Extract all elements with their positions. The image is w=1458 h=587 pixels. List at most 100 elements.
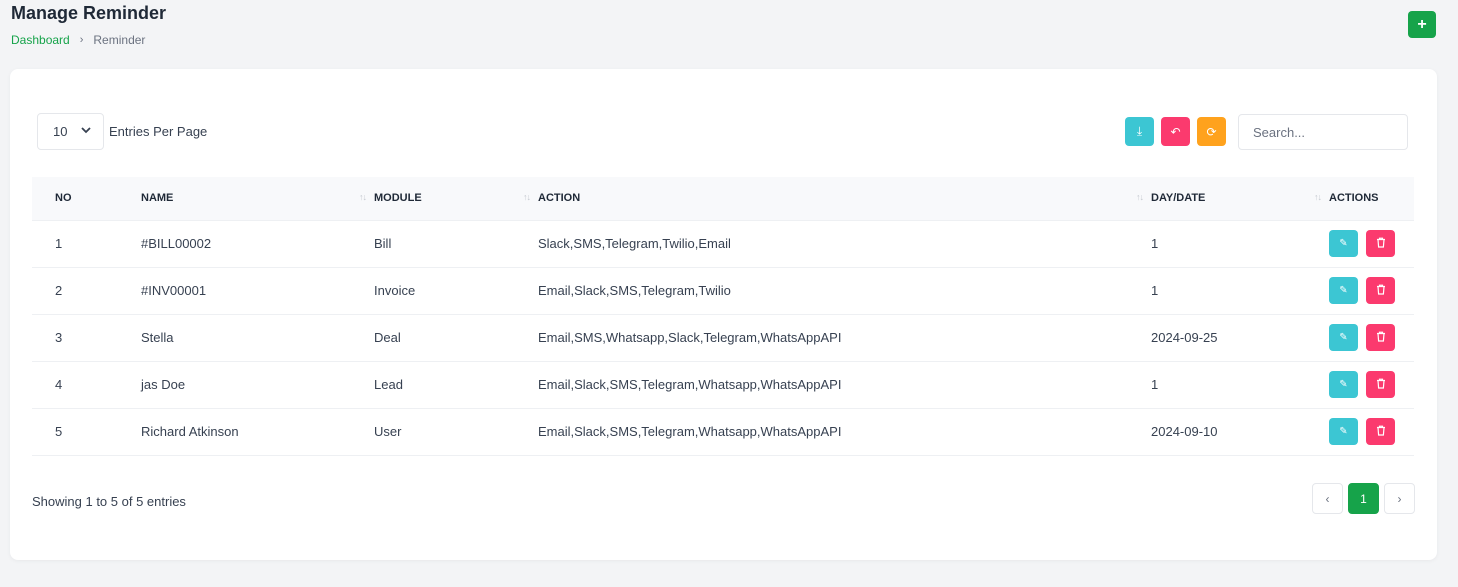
cell-no: 4 — [32, 360, 141, 408]
cell-action: Email,Slack,SMS,Telegram,Whatsapp,WhatsA… — [538, 360, 1151, 408]
row-actions: ✎ — [1329, 418, 1414, 445]
cell-action: Slack,SMS,Telegram,Twilio,Email — [538, 219, 1151, 267]
cell-action: Email,Slack,SMS,Telegram,Whatsapp,WhatsA… — [538, 407, 1151, 456]
chevron-right-icon: › — [79, 34, 84, 46]
per-page-value: 10 — [53, 124, 68, 139]
chevron-down-icon — [81, 126, 92, 137]
pencil-icon: ✎ — [1339, 426, 1348, 437]
cell-date: 1 — [1151, 219, 1329, 267]
reminder-table: NO NAME ↑↓ MODULE ↑↓ ACTION ↑↓ DAY/DATE ↑↓ A… — [32, 177, 1414, 456]
sort-icon[interactable]: ↑↓ — [359, 192, 367, 202]
cell-no: 2 — [32, 266, 141, 314]
chevron-right-icon: › — [1397, 491, 1402, 506]
next-page-button[interactable]: › — [1384, 483, 1415, 514]
table-row: 5 Richard Atkinson User Email,Slack,SMS,Tel… — [32, 407, 1414, 456]
search-input[interactable] — [1238, 114, 1408, 150]
delete-button[interactable] — [1366, 371, 1395, 398]
breadcrumb-dashboard[interactable]: Dashboard — [11, 33, 70, 47]
cell-date: 1 — [1151, 266, 1329, 314]
table-row: 2 #INV00001 Invoice Email,Slack,SMS,Telegra… — [32, 266, 1414, 314]
per-page-select[interactable]: 10 — [37, 113, 104, 150]
cell-actions: ✎ — [1329, 360, 1414, 408]
reset-button[interactable]: ↶ — [1161, 117, 1190, 146]
row-actions: ✎ — [1329, 230, 1414, 257]
cell-action: Email,Slack,SMS,Telegram,Twilio — [538, 266, 1151, 314]
cell-name: #BILL00002 — [141, 219, 374, 267]
table-row: 4 jas Doe Lead Email,Slack,SMS,Telegram,Wha… — [32, 360, 1414, 408]
cell-date: 2024-09-10 — [1151, 407, 1329, 456]
edit-button[interactable]: ✎ — [1329, 418, 1358, 445]
breadcrumb-current: Reminder — [93, 33, 146, 47]
export-button[interactable]: ⤓ — [1125, 117, 1154, 146]
edit-button[interactable]: ✎ — [1329, 371, 1358, 398]
pencil-icon: ✎ — [1339, 379, 1348, 390]
trash-icon — [1376, 425, 1386, 439]
reminder-card: 10 Entries Per Page ⤓ ↶ ⟳ NO NAME↑↓ MODU… — [10, 69, 1437, 560]
edit-button[interactable]: ✎ — [1329, 277, 1358, 304]
sort-icon[interactable]: ↑↓ — [1314, 192, 1322, 202]
cell-name: Richard Atkinson — [141, 407, 374, 456]
delete-button[interactable] — [1366, 418, 1395, 445]
column-header-name[interactable]: NAME ↑↓ — [141, 177, 374, 220]
row-actions: ✎ — [1329, 277, 1414, 304]
delete-button[interactable] — [1366, 277, 1395, 304]
page-title: Manage Reminder — [11, 3, 167, 23]
column-header-action[interactable]: ACTION ↑↓ — [538, 177, 1151, 220]
cell-no: 5 — [32, 407, 141, 456]
undo-icon: ↶ — [1170, 124, 1181, 139]
pagination: ‹ 1 › — [1312, 483, 1415, 514]
table-row: 3 Stella Deal Email,SMS,Whatsapp,Slack,Tele… — [32, 313, 1414, 361]
table-row: 1 #BILL00002 Bill Slack,SMS,Telegram,Twilio… — [32, 219, 1414, 267]
cell-date: 2024-09-25 — [1151, 313, 1329, 361]
trash-icon — [1376, 237, 1386, 251]
cell-actions: ✎ — [1329, 313, 1414, 361]
toolbar-buttons: ⤓ ↶ ⟳ — [1125, 117, 1226, 146]
page-button-1[interactable]: 1 — [1348, 483, 1379, 514]
cell-name: jas Doe — [141, 360, 374, 408]
pencil-icon: ✎ — [1339, 332, 1348, 343]
cell-action: Email,SMS,Whatsapp,Slack,Telegram,WhatsA… — [538, 313, 1151, 361]
cell-actions: ✎ — [1329, 266, 1414, 314]
entries-per-page: 10 Entries Per Page — [37, 113, 207, 150]
column-header-date[interactable]: DAY/DATE ↑↓ — [1151, 177, 1329, 220]
refresh-icon: ⟳ — [1206, 124, 1217, 139]
sort-icon[interactable]: ↑↓ — [1136, 192, 1144, 202]
trash-icon — [1376, 378, 1386, 392]
cell-no: 1 — [32, 219, 141, 267]
sort-icon[interactable]: ↑↓ — [523, 192, 531, 202]
cell-module: Lead — [374, 360, 538, 408]
column-header-module[interactable]: MODULE ↑↓ — [374, 177, 538, 220]
cell-name: Stella — [141, 313, 374, 361]
cell-module: Deal — [374, 313, 538, 361]
prev-page-button[interactable]: ‹ — [1312, 483, 1343, 514]
add-reminder-button[interactable]: + — [1408, 11, 1436, 38]
cell-actions: ✎ — [1329, 219, 1414, 267]
breadcrumb: Dashboard › Reminder — [11, 33, 166, 47]
delete-button[interactable] — [1366, 324, 1395, 351]
entries-label: Entries Per Page — [109, 124, 208, 139]
refresh-button[interactable]: ⟳ — [1197, 117, 1226, 146]
cell-module: Bill — [374, 219, 538, 267]
chevron-left-icon: ‹ — [1325, 491, 1330, 506]
pencil-icon: ✎ — [1339, 285, 1348, 296]
trash-icon — [1376, 284, 1386, 298]
edit-button[interactable]: ✎ — [1329, 324, 1358, 351]
page-header: Manage Reminder Dashboard › Reminder — [11, 3, 166, 47]
cell-module: Invoice — [374, 266, 538, 314]
row-actions: ✎ — [1329, 324, 1414, 351]
edit-button[interactable]: ✎ — [1329, 230, 1358, 257]
cell-module: User — [374, 407, 538, 456]
plus-icon: + — [1417, 15, 1427, 33]
column-header-no: NO — [55, 192, 72, 205]
table-info: Showing 1 to 5 of 5 entries — [32, 494, 186, 509]
delete-button[interactable] — [1366, 230, 1395, 257]
cell-actions: ✎ — [1329, 407, 1414, 456]
trash-icon — [1376, 331, 1386, 345]
column-header-actions: ACTIONS — [1329, 192, 1379, 205]
row-actions: ✎ — [1329, 371, 1414, 398]
download-icon: ⤓ — [1136, 124, 1143, 138]
pencil-icon: ✎ — [1339, 238, 1348, 249]
cell-name: #INV00001 — [141, 266, 374, 314]
table-header-row: NO NAME ↑↓ MODULE ↑↓ ACTION ↑↓ DAY/DATE ↑↓ A… — [32, 177, 1414, 220]
cell-no: 3 — [32, 313, 141, 361]
